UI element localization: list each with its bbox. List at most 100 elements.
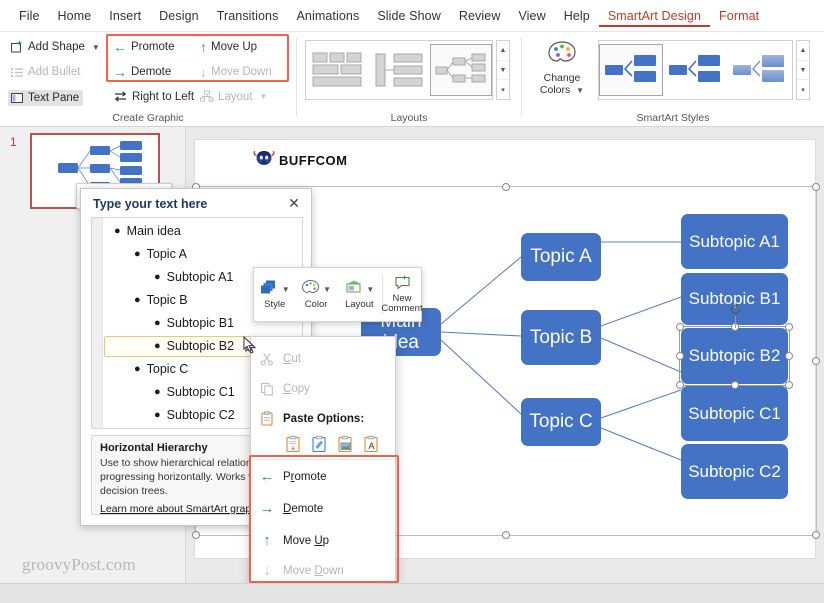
gallery-expand-icon[interactable]: ▾ — [497, 80, 509, 99]
context-menu[interactable]: Cut Copy Paste Options: a A ← Promote → … — [249, 336, 399, 603]
mini-layout-label: Layout — [345, 299, 374, 310]
outline-item-subtopic-b2[interactable]: ● Subtopic B2 — [154, 339, 234, 353]
scroll-up-icon[interactable]: ▲ — [797, 41, 809, 61]
tab-help[interactable]: Help — [555, 5, 599, 27]
chevron-down-icon[interactable]: ▼ — [366, 285, 374, 294]
promote-label: Promote — [283, 470, 327, 483]
styles-gallery-spinner[interactable]: ▲ ▼ ▾ — [796, 40, 810, 100]
mini-new-comment-label-line2: Comment — [381, 303, 423, 314]
outline-item-subtopic-b1[interactable]: ● Subtopic B1 — [154, 316, 234, 330]
paste-merge-icon[interactable] — [311, 435, 328, 458]
powerpoint-window: File Home Insert Design Transitions Anim… — [0, 0, 824, 603]
layout-thumb-vertical-list[interactable] — [368, 44, 430, 96]
style-thumb-subtle-effect[interactable] — [663, 44, 727, 96]
tab-format[interactable]: Format — [710, 5, 768, 27]
resize-handle-s[interactable] — [502, 531, 510, 539]
smartart-node-topic-b[interactable]: Topic B — [521, 310, 601, 365]
text-pane-scrollbar[interactable] — [92, 218, 103, 428]
mini-style-button[interactable]: ▼ Style — [254, 268, 295, 321]
demote-button[interactable]: → Demote — [113, 65, 171, 79]
smartart-node-topic-a[interactable]: Topic A — [521, 233, 601, 281]
shape-handle-e[interactable] — [785, 352, 793, 360]
gallery-expand-icon[interactable]: ▾ — [797, 80, 809, 99]
tab-smartart-design[interactable]: SmartArt Design — [598, 5, 711, 27]
tab-design[interactable]: Design — [150, 5, 208, 27]
buffcom-logo: BUFFCOM — [253, 148, 348, 172]
chevron-down-icon[interactable]: ▼ — [92, 43, 100, 52]
tab-slide-show[interactable]: Slide Show — [368, 5, 450, 27]
smartart-node-subtopic-c1[interactable]: Subtopic C1 — [681, 386, 788, 441]
mini-color-button[interactable]: ▼ Color — [295, 268, 336, 321]
layouts-gallery-spinner[interactable]: ▲ ▼ ▾ — [496, 40, 510, 100]
ribbon-body: Add Shape ▼ Add Bullet Text Pane ← Promo… — [0, 32, 824, 127]
paste-picture-icon[interactable] — [337, 435, 354, 458]
paste-options-row: a A — [285, 435, 380, 458]
resize-handle-n[interactable] — [502, 183, 510, 191]
context-menu-item-demote[interactable]: → Demote — [251, 495, 397, 522]
smartart-node-topic-c[interactable]: Topic C — [521, 398, 601, 446]
ribbon-tabbar: File Home Insert Design Transitions Anim… — [0, 0, 824, 32]
learn-more-link[interactable]: Learn more about SmartArt graphics — [100, 503, 270, 515]
layout-thumb-blocks[interactable] — [306, 44, 368, 96]
promote-button[interactable]: ← Promote — [113, 40, 174, 54]
mini-layout-button[interactable]: ▼ Layout — [337, 268, 382, 321]
paste-text-only-icon[interactable]: A — [363, 435, 380, 458]
tab-transitions[interactable]: Transitions — [208, 5, 288, 27]
outline-item-topic-a[interactable]: ● Topic A — [134, 247, 187, 261]
group-layouts-label: Layouts — [390, 112, 428, 124]
mini-new-comment-button[interactable]: New Comment — [381, 268, 423, 321]
close-icon[interactable]: ✕ — [285, 194, 303, 212]
resize-handle-ne[interactable] — [812, 183, 820, 191]
bullet-icon: ● — [154, 340, 161, 352]
layout-label: Layout — [218, 90, 253, 103]
tab-insert[interactable]: Insert — [100, 5, 150, 27]
layout-thumb-horizontal-hierarchy[interactable] — [430, 44, 492, 96]
scroll-down-icon[interactable]: ▼ — [497, 61, 509, 81]
shape-handle-w[interactable] — [676, 352, 684, 360]
scroll-down-icon[interactable]: ▼ — [797, 61, 809, 81]
tab-view[interactable]: View — [509, 5, 554, 27]
outline-item-subtopic-c1[interactable]: ● Subtopic C1 — [154, 385, 235, 399]
tab-review[interactable]: Review — [450, 5, 510, 27]
context-menu-item-move-up[interactable]: ↑ Move Up — [251, 527, 397, 554]
shape-handle-s[interactable] — [730, 381, 739, 389]
tab-home[interactable]: Home — [49, 5, 101, 27]
smartart-styles-gallery[interactable] — [598, 40, 793, 100]
resize-handle-sw[interactable] — [192, 531, 200, 539]
resize-handle-se[interactable] — [812, 531, 820, 539]
tab-file[interactable]: File — [10, 5, 49, 27]
layouts-gallery[interactable] — [305, 40, 493, 100]
chevron-down-icon[interactable]: ▼ — [323, 285, 331, 294]
chevron-down-icon[interactable]: ▼ — [576, 86, 584, 95]
smartart-node-subtopic-a1[interactable]: Subtopic A1 — [681, 214, 788, 269]
shape-handle-nw[interactable] — [676, 323, 684, 331]
tab-animations[interactable]: Animations — [287, 5, 368, 27]
right-to-left-button[interactable]: Right to Left — [113, 90, 194, 103]
move-up-button[interactable]: ↑ Move Up — [200, 40, 257, 54]
outline-item-subtopic-a1[interactable]: ● Subtopic A1 — [154, 270, 233, 284]
text-pane-toggle[interactable]: Text Pane — [8, 90, 84, 106]
outline-item-topic-b[interactable]: ● Topic B — [134, 293, 188, 307]
style-thumb-simple-fill[interactable] — [599, 44, 663, 96]
outline-item-subtopic-c2[interactable]: ● Subtopic C2 — [154, 408, 235, 422]
outline-item-topic-c[interactable]: ● Topic C — [134, 362, 188, 376]
outline-item-main-idea[interactable]: ● Main idea — [114, 224, 181, 238]
shape-handle-sw[interactable] — [676, 381, 684, 389]
add-shape-button[interactable]: Add Shape ▼ — [10, 40, 100, 54]
mini-toolbar[interactable]: ▼ Style ▼ Color ▼ Layout New Comment — [253, 267, 423, 322]
resize-handle-e[interactable] — [812, 357, 820, 365]
shape-handle-se[interactable] — [785, 381, 793, 389]
rotation-handle[interactable] — [729, 303, 742, 316]
arrow-right-icon: → — [113, 64, 127, 80]
chevron-down-icon[interactable]: ▼ — [282, 285, 290, 294]
context-menu-item-promote[interactable]: ← Promote — [251, 463, 397, 490]
add-bullet-icon — [10, 65, 24, 79]
change-colors-button[interactable]: Change Colors ▼ — [534, 40, 590, 96]
demote-label: Demote — [283, 502, 324, 515]
paste-keep-source-icon[interactable]: a — [285, 435, 302, 458]
shape-handle-ne[interactable] — [785, 323, 793, 331]
style-thumb-gradient[interactable] — [727, 44, 791, 96]
smartart-node-subtopic-c2[interactable]: Subtopic C2 — [681, 444, 788, 499]
chevron-down-icon: ▼ — [259, 92, 268, 101]
scroll-up-icon[interactable]: ▲ — [497, 41, 509, 61]
